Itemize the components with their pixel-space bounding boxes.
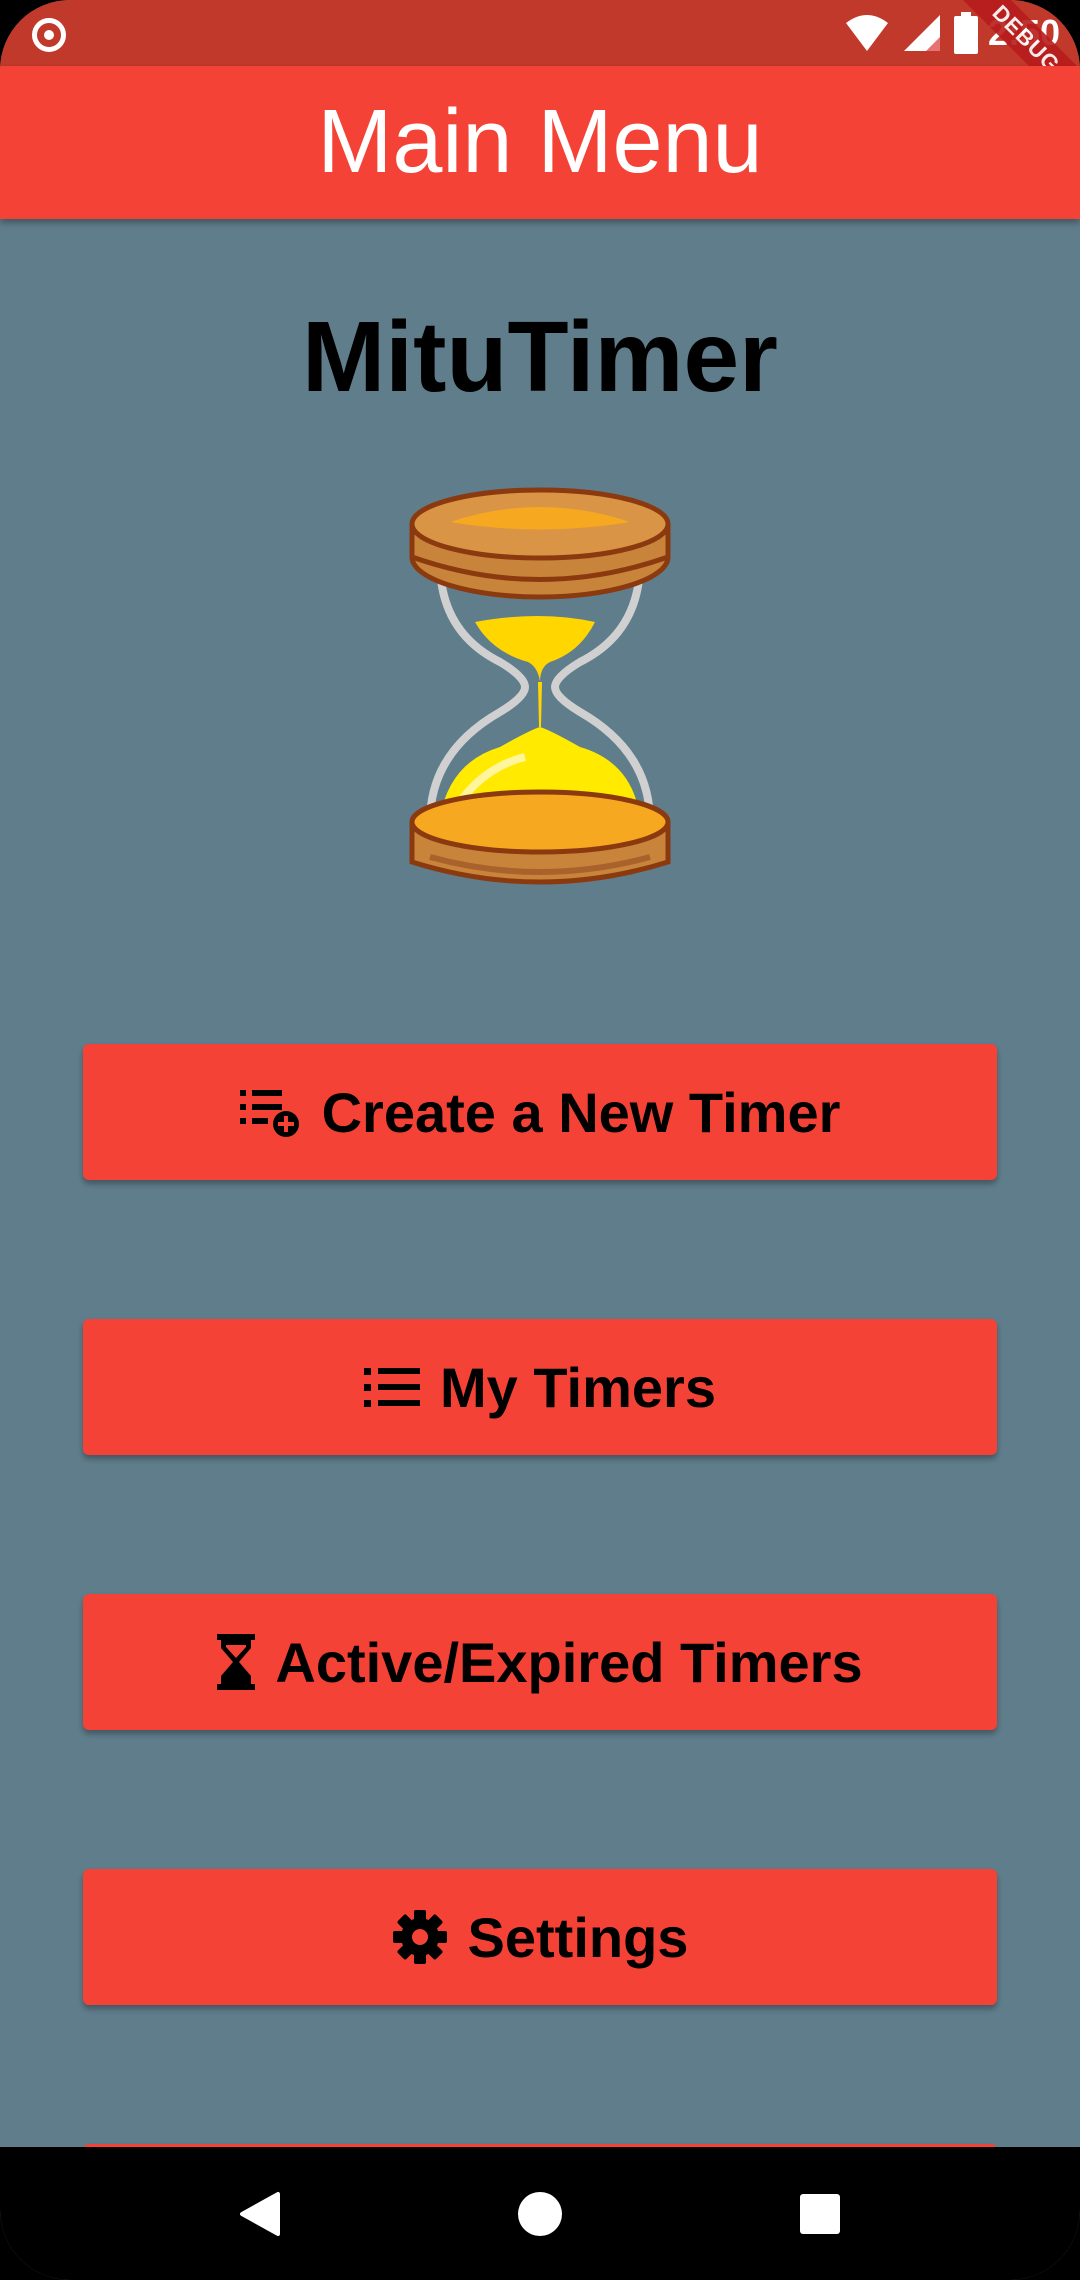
navigation-bar	[0, 2147, 1080, 2280]
playlist-add-icon	[239, 1086, 302, 1138]
back-icon[interactable]	[230, 2184, 290, 2244]
recents-icon[interactable]	[790, 2184, 850, 2244]
active-expired-timers-label: Active/Expired Timers	[275, 1630, 863, 1694]
my-timers-label: My Timers	[440, 1355, 716, 1419]
active-expired-timers-button[interactable]: Active/Expired Timers	[83, 1594, 997, 1730]
my-timers-button[interactable]: My Timers	[83, 1319, 997, 1455]
signal-icon	[903, 15, 940, 51]
home-icon[interactable]	[510, 2184, 570, 2244]
list-icon	[364, 1364, 420, 1410]
app-title: MituTimer	[302, 301, 778, 413]
status-bar: 2:50 DEBUG	[0, 0, 1080, 122]
create-timer-button[interactable]: Create a New Timer	[83, 1044, 997, 1180]
phone-screen: 2:50 DEBUG Main Menu MituTimer	[0, 0, 1080, 2280]
settings-label: Settings	[467, 1905, 689, 1969]
settings-button[interactable]: Settings	[83, 1869, 997, 2005]
hourglass-logo-icon	[409, 487, 671, 885]
hourglass-icon	[217, 1634, 256, 1690]
battery-icon	[953, 12, 978, 54]
wifi-icon	[845, 15, 888, 51]
app-bar-title: Main Menu	[317, 92, 763, 192]
create-timer-label: Create a New Timer	[321, 1080, 841, 1144]
gear-icon	[392, 1909, 448, 1965]
app-bar: Main Menu	[0, 66, 1080, 219]
record-icon	[32, 18, 66, 52]
